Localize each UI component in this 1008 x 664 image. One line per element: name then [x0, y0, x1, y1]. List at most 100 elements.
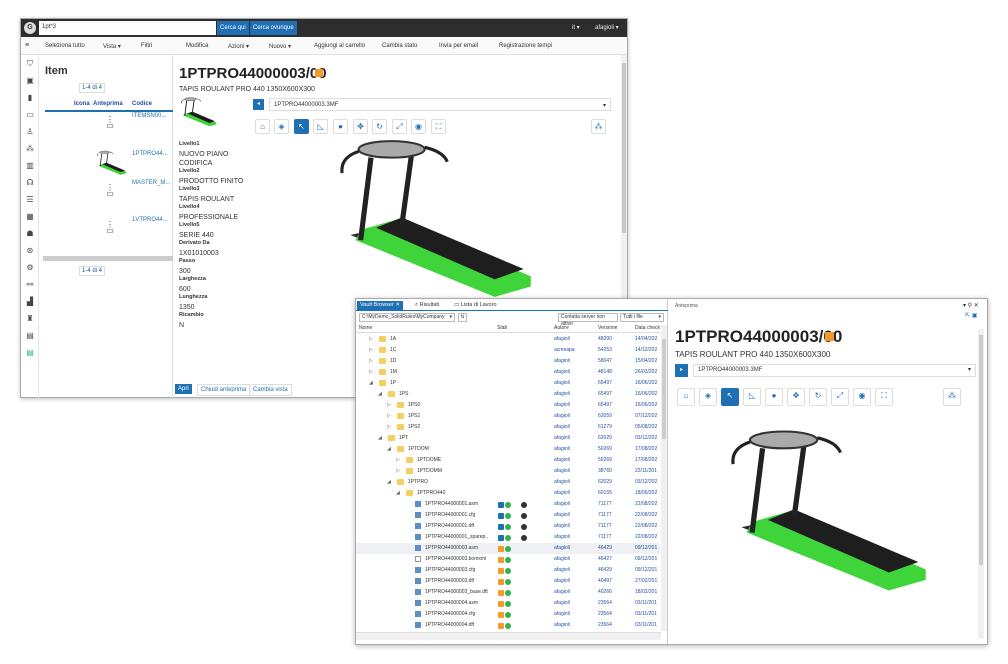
expand-toggle[interactable]: ▷ — [387, 422, 391, 433]
col-code[interactable]: Codice — [132, 101, 152, 107]
move-icon[interactable]: ✥ — [787, 388, 805, 406]
users-icon[interactable]: ☗ — [26, 230, 34, 238]
table-row[interactable]: 1PTPRO44... — [132, 151, 168, 157]
pager[interactable]: 1-4 di 4 — [79, 83, 106, 93]
toggle-panel-button[interactable]: ◂ — [253, 99, 264, 110]
table-row[interactable]: MASTER_M... — [132, 180, 170, 186]
expand-toggle[interactable]: ◢ — [378, 389, 382, 400]
rotate-icon[interactable]: ↻ — [372, 119, 387, 134]
tree-row[interactable]: ▷ 1PTDOMM afagioli 38760 22/11/201 — [356, 466, 660, 477]
new-button[interactable]: Nuovo ▾ — [269, 43, 291, 50]
add-to-cart-button[interactable]: Aggiungi al carrello — [314, 43, 365, 49]
open-button[interactable]: Apri — [175, 384, 192, 394]
tree-row[interactable]: ▷ 1C acmeapa 54253 14/12/202 — [356, 345, 660, 356]
lock-icon[interactable]: ⌂ — [255, 119, 270, 134]
expand-toggle[interactable]: ◢ — [378, 433, 382, 444]
expand-icon[interactable]: ⤢ — [392, 119, 407, 134]
expand-toggle[interactable]: ▷ — [396, 455, 400, 466]
pin-close-icons[interactable]: ▾ ⚲ ✕ — [963, 302, 979, 309]
comment-icon[interactable]: ● — [333, 119, 348, 134]
tree-row[interactable]: ▷ 1PTDOME afagioli 50269 17/08/202 — [356, 455, 660, 466]
pager-bottom[interactable]: 1-4 di 4 — [79, 266, 106, 276]
col-version[interactable]: Versione — [598, 325, 617, 331]
table-row[interactable]: 1VTPRO44... — [132, 217, 168, 223]
tree-row[interactable]: ◢ 1PT afagioli 62029 03/12/202 — [356, 433, 660, 444]
tree-row[interactable]: ▷ 1PS0 afagioli 65497 16/06/202 — [356, 400, 660, 411]
tree-row[interactable]: ▷ 1PS2 afagioli 61279 05/08/202 — [356, 422, 660, 433]
3d-viewer[interactable] — [333, 137, 543, 302]
tree-row[interactable]: 1PTPRO44000001_sparep.. afagioli 71177 22/0… — [356, 532, 660, 543]
search-everywhere-button[interactable]: Cerca ovunque — [250, 21, 297, 35]
list-icon[interactable]: ☰ — [26, 196, 34, 204]
structure-icon[interactable]: ⁂ — [591, 119, 606, 134]
tree-row[interactable]: ◢ 1P afagioli 65497 16/06/202 — [356, 378, 660, 389]
close-preview-button[interactable]: Chiudi anteprima — [197, 384, 251, 396]
tree-vertical-scrollbar[interactable] — [661, 325, 667, 631]
tree-row[interactable]: ◢ 1PTPRO440 afagioli 60155 18/06/202 — [356, 488, 660, 499]
factory-icon[interactable]: ▟ — [26, 298, 34, 306]
measure-icon[interactable]: ◺ — [743, 388, 761, 406]
rotate-icon[interactable]: ↻ — [809, 388, 827, 406]
col-preview[interactable]: Anteprima — [93, 101, 123, 107]
view-button[interactable]: Vista ▾ — [103, 43, 121, 50]
tree-row[interactable]: 1PTPRO44000003_base.dft afagioli 40266 18/0… — [356, 587, 660, 598]
tree-row[interactable]: 1PTPRO44000001.dft afagioli 71177 22/08/202 — [356, 521, 660, 532]
time-tracking-button[interactable]: Registrazione tempi — [499, 43, 552, 49]
expand-toggle[interactable]: ▷ — [387, 411, 391, 422]
actions-button[interactable]: Azioni ▾ — [228, 43, 249, 50]
folder-icon[interactable]: ▭ — [26, 111, 34, 119]
camera-icon[interactable]: ◉ — [853, 388, 871, 406]
menu-icon[interactable]: ≡ — [25, 42, 29, 49]
tree-row[interactable]: ▷ 1PS1 afagioli 62059 07/12/202 — [356, 411, 660, 422]
path-select[interactable]: C:\MyDemo_SolidRules\MyCompany ▾ — [359, 313, 455, 322]
popout-icon[interactable]: ⇱ ▣ — [965, 312, 977, 319]
tree-horizontal-scrollbar[interactable] — [356, 632, 661, 640]
tree-row[interactable]: ▷ 1A afagioli 48390 14/04/202 — [356, 334, 660, 345]
refresh-icon[interactable]: ⇅ — [458, 313, 467, 322]
language-select[interactable]: it ▾ — [572, 24, 580, 31]
structure-icon[interactable]: ⁂ — [943, 388, 961, 406]
bottle-icon[interactable]: ♜ — [26, 315, 34, 323]
user-menu[interactable]: afagioli ▾ — [595, 24, 619, 31]
change-state-button[interactable]: Cambia stato — [382, 43, 417, 49]
cube-icon[interactable]: ◈ — [274, 119, 289, 134]
search-here-button[interactable]: Cerca qui — [217, 21, 249, 35]
cart-icon[interactable]: ⛉ — [26, 60, 34, 68]
tab-results[interactable]: ⌕ Risultati — [412, 301, 442, 310]
col-author[interactable]: Autore — [554, 325, 569, 331]
file-select[interactable]: 1PTPRO44000003.3MF ▾ — [269, 98, 611, 111]
measure-icon[interactable]: ◺ — [313, 119, 328, 134]
col-date[interactable]: Data check — [635, 325, 660, 331]
expand-icon[interactable]: ⤢ — [831, 388, 849, 406]
tree-row[interactable]: ◢ 1PTPRO afagioli 62029 03/12/202 — [356, 477, 660, 488]
horizontal-scrollbar[interactable] — [43, 256, 173, 261]
expand-toggle[interactable]: ◢ — [396, 488, 400, 499]
link-icon[interactable]: ⊛ — [26, 247, 34, 255]
fit-icon[interactable]: ⛶ — [875, 388, 893, 406]
search-input[interactable]: 1pt*3 — [39, 21, 216, 35]
file-select[interactable]: 1PTPRO44000003.3MF ▾ — [693, 364, 976, 377]
tree-row[interactable]: 1PTPRO44000003.asm afagioli 46429 09/12/201 — [356, 543, 660, 554]
expand-toggle[interactable]: ▷ — [369, 345, 373, 356]
tree-row[interactable]: 1PTPRO44000001.cfg afagioli 71177 22/08/202 — [356, 510, 660, 521]
comment-icon[interactable]: ● — [765, 388, 783, 406]
select-icon[interactable]: ↖ — [294, 119, 309, 134]
expand-toggle[interactable]: ◢ — [387, 444, 391, 455]
expand-toggle[interactable]: ▷ — [369, 367, 373, 378]
select-icon[interactable]: ↖ — [721, 388, 739, 406]
cube-icon[interactable]: ◈ — [699, 388, 717, 406]
filters-button[interactable]: Filtri — [141, 43, 152, 49]
calendar-icon[interactable]: ▦ — [26, 213, 34, 221]
camera-icon[interactable]: ◉ — [411, 119, 426, 134]
lock-icon[interactable]: ⌂ — [677, 388, 695, 406]
3d-viewer[interactable] — [731, 414, 931, 609]
move-icon[interactable]: ✥ — [353, 119, 368, 134]
tree-row[interactable]: ◢ 1PS afagioli 65497 16/06/202 — [356, 389, 660, 400]
tree-row[interactable]: 1PTPRO44000003.cfg afagioli 46429 09/12/201 — [356, 565, 660, 576]
settings-list-icon[interactable]: ⚙ — [26, 264, 34, 272]
edit-button[interactable]: Modifica — [186, 43, 208, 49]
file-filter-select[interactable]: Tutti i file ▾ — [620, 313, 664, 322]
change-view-button[interactable]: Cambia vista — [249, 384, 292, 396]
tree-row[interactable]: 1PTPRO44000004.cfg afagioli 23564 03/11/201 — [356, 609, 660, 620]
bar-icon[interactable]: ▮ — [26, 94, 34, 102]
